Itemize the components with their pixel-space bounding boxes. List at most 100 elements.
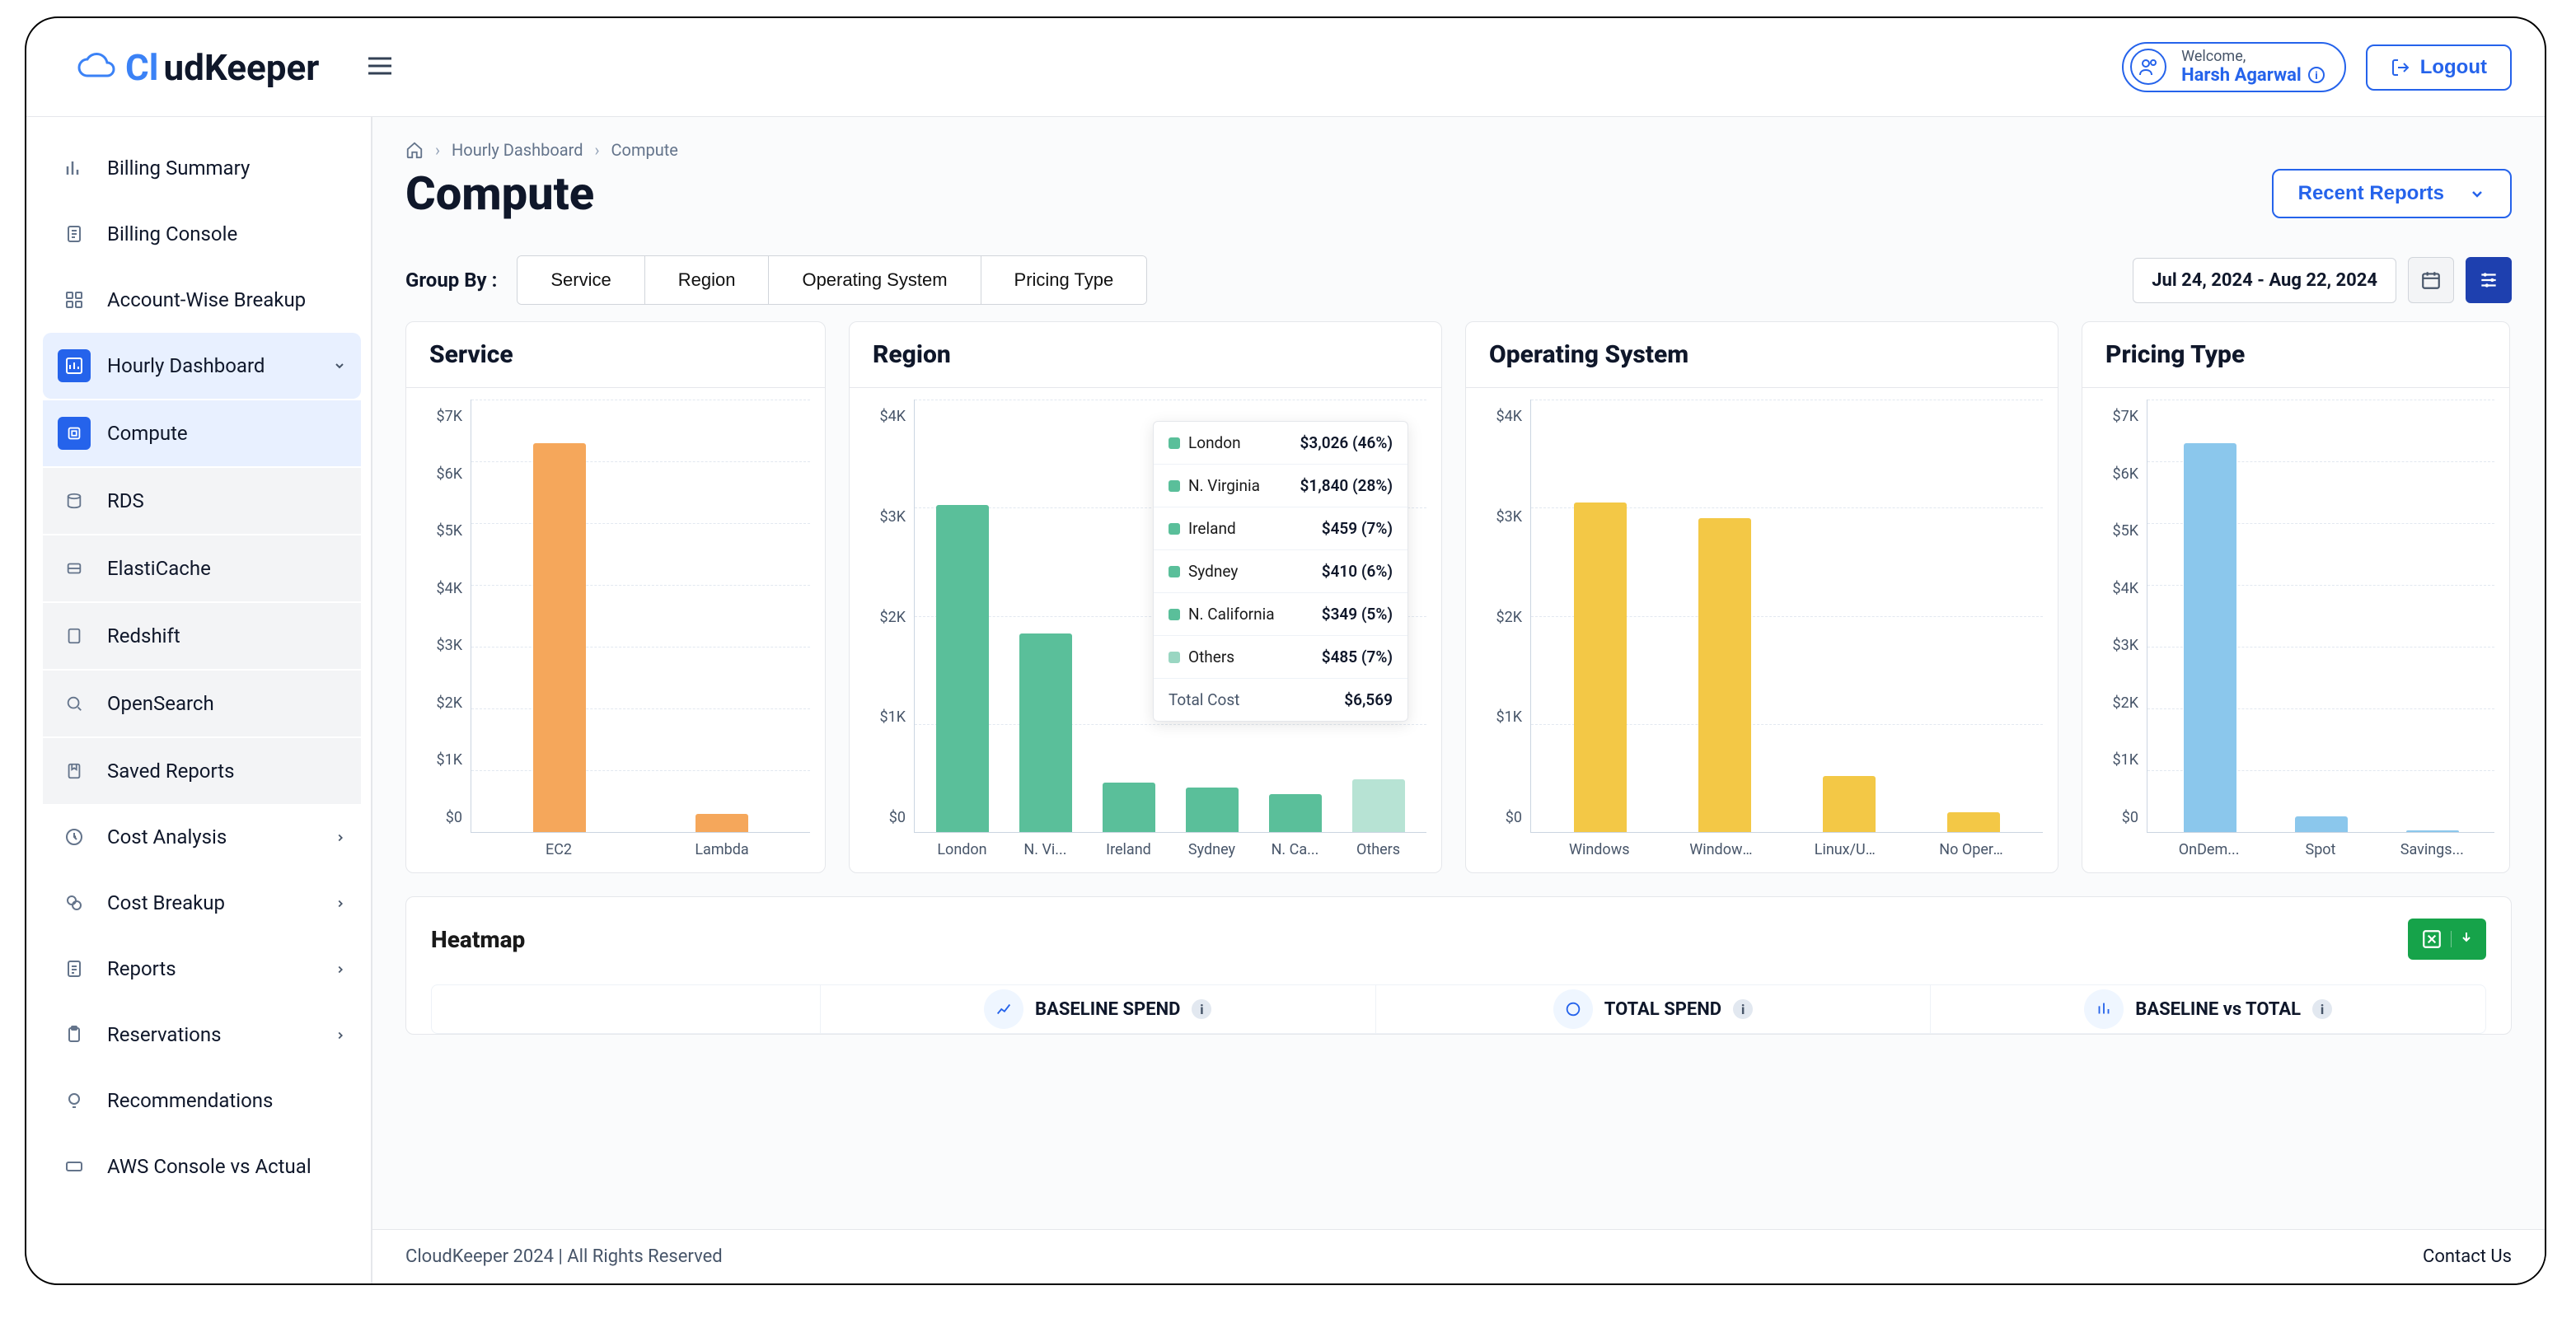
chart-bar[interactable]	[696, 814, 748, 833]
menu-toggle-button[interactable]	[368, 56, 391, 79]
date-range-display[interactable]: Jul 24, 2024 - Aug 22, 2024	[2133, 258, 2396, 303]
sidebar-item-reservations[interactable]: Reservations	[43, 1002, 361, 1068]
group-by-os[interactable]: Operating System	[769, 256, 981, 304]
chart-tooltip: London$3,026 (46%)N. Virginia$1,840 (28%…	[1153, 421, 1408, 722]
chart-bar[interactable]	[1947, 812, 2000, 832]
chevron-right-icon	[335, 891, 346, 914]
filter-button[interactable]	[2466, 257, 2512, 303]
x-tick: Savings...	[2397, 841, 2466, 861]
logo-text-cloud: Cl	[125, 46, 158, 89]
analysis-icon	[58, 820, 91, 853]
sidebar-item-rds[interactable]: RDS	[43, 468, 361, 534]
chart-bar[interactable]	[2406, 830, 2459, 832]
group-by-region[interactable]: Region	[645, 256, 770, 304]
sidebar-item-saved-reports[interactable]: Saved Reports	[43, 738, 361, 804]
sidebar-item-account-breakup[interactable]: Account-Wise Breakup	[43, 267, 361, 333]
search-icon	[58, 687, 91, 720]
total-icon	[1553, 989, 1593, 1029]
chevron-right-icon: ›	[595, 140, 600, 160]
x-tick: Spot	[2286, 841, 2355, 861]
chart-bar[interactable]	[1269, 794, 1322, 832]
stat-baseline-vs-total: BASELINE vs TOTAL i	[1931, 985, 2485, 1033]
bookmark-icon	[58, 755, 91, 788]
sliders-icon	[2478, 269, 2499, 291]
cloud-icon	[76, 51, 117, 84]
home-icon[interactable]	[405, 141, 424, 159]
bulb-icon	[58, 1084, 91, 1117]
report-icon	[58, 952, 91, 985]
sidebar-item-aws-console[interactable]: AWS Console vs Actual	[43, 1134, 361, 1199]
chart-title: Pricing Type	[2082, 322, 2509, 388]
group-by-service[interactable]: Service	[518, 256, 644, 304]
x-tick: Others	[1344, 841, 1413, 861]
avatar	[2130, 49, 2166, 85]
sidebar-item-label: Saved Reports	[107, 760, 234, 783]
sidebar-item-label: Billing Console	[107, 222, 237, 245]
sidebar-item-hourly-dashboard[interactable]: Hourly Dashboard	[43, 333, 361, 399]
x-tick: N. Vi...	[1011, 841, 1080, 861]
x-tick: Lambda	[687, 841, 756, 861]
info-icon[interactable]: i	[1192, 999, 1211, 1019]
page-title: Compute	[405, 166, 594, 221]
compare-icon	[2084, 989, 2124, 1029]
chart-title: Region	[850, 322, 1441, 388]
breadcrumb-item[interactable]: Hourly Dashboard	[452, 140, 583, 160]
chart-bar[interactable]	[533, 443, 586, 833]
user-menu[interactable]: Welcome, Harsh Agarwal i	[2122, 42, 2346, 92]
chart-bar[interactable]	[1352, 779, 1405, 832]
chevron-right-icon	[335, 1023, 346, 1046]
calendar-button[interactable]	[2408, 257, 2454, 303]
chart-bar[interactable]	[1698, 518, 1751, 832]
excel-icon	[2421, 928, 2443, 950]
sidebar-item-billing-console[interactable]: Billing Console	[43, 201, 361, 267]
chart-bar[interactable]	[1019, 633, 1072, 833]
svg-text:i: i	[2315, 70, 2317, 82]
x-tick: N. Ca...	[1261, 841, 1330, 861]
sidebar-item-label: Reservations	[107, 1023, 222, 1046]
contact-link[interactable]: Contact Us	[2423, 1246, 2512, 1267]
cache-icon	[58, 552, 91, 585]
sidebar: Billing Summary Billing Console Account-…	[26, 117, 372, 1283]
chart-bar[interactable]	[2295, 816, 2348, 832]
chart-bar[interactable]	[1103, 783, 1155, 832]
x-tick: EC2	[524, 841, 593, 861]
export-excel-button[interactable]	[2408, 919, 2486, 960]
sidebar-item-recommendations[interactable]: Recommendations	[43, 1068, 361, 1134]
chart-title: Operating System	[1466, 322, 2058, 388]
sidebar-item-elasticache[interactable]: ElastiCache	[43, 535, 361, 601]
group-by-pricing[interactable]: Pricing Type	[981, 256, 1147, 304]
chart-bar[interactable]	[1823, 776, 1876, 832]
heatmap-card: Heatmap BASELINE SPEND i	[405, 896, 2512, 1035]
sidebar-item-redshift[interactable]: Redshift	[43, 603, 361, 669]
app-logo[interactable]: CludKeeper	[76, 46, 319, 89]
group-by-segmented: Service Region Operating System Pricing …	[517, 255, 1147, 305]
info-icon[interactable]: i	[1733, 999, 1753, 1019]
sidebar-item-reports[interactable]: Reports	[43, 936, 361, 1002]
sidebar-item-compute[interactable]: Compute	[43, 400, 361, 466]
sidebar-item-label: ElastiCache	[107, 557, 211, 580]
stat-total-spend: TOTAL SPEND i	[1376, 985, 1932, 1033]
chart-bar[interactable]	[2184, 443, 2236, 833]
chart-bar[interactable]	[1186, 788, 1239, 832]
info-icon[interactable]: i	[2312, 999, 2332, 1019]
welcome-label: Welcome,	[2181, 49, 2325, 65]
chart-bar[interactable]	[936, 505, 989, 832]
sidebar-item-cost-breakup[interactable]: Cost Breakup	[43, 870, 361, 936]
sidebar-item-label: Cost Analysis	[107, 825, 227, 848]
logout-icon	[2391, 58, 2410, 77]
logout-button[interactable]: Logout	[2366, 44, 2512, 91]
chart-card-service: Service $7K$6K$5K$4K$3K$2K$1K$0EC2Lambda	[405, 321, 826, 873]
chevron-right-icon	[335, 957, 346, 980]
chevron-right-icon: ›	[435, 140, 440, 160]
chart-bar[interactable]	[1574, 503, 1627, 832]
compare-icon	[58, 1150, 91, 1183]
sidebar-item-opensearch[interactable]: OpenSearch	[43, 671, 361, 736]
sidebar-item-billing-summary[interactable]: Billing Summary	[43, 135, 361, 201]
clipboard-icon	[58, 1018, 91, 1051]
recent-reports-button[interactable]: Recent Reports	[2272, 169, 2512, 218]
x-tick: Windows	[1565, 841, 1634, 861]
sidebar-item-cost-analysis[interactable]: Cost Analysis	[43, 804, 361, 870]
chart-card-pricing: Pricing Type $7K$6K$5K$4K$3K$2K$1K$0OnDe…	[2082, 321, 2510, 873]
stat-baseline-spend: BASELINE SPEND i	[821, 985, 1376, 1033]
x-tick: No Operat...	[1939, 841, 2008, 861]
